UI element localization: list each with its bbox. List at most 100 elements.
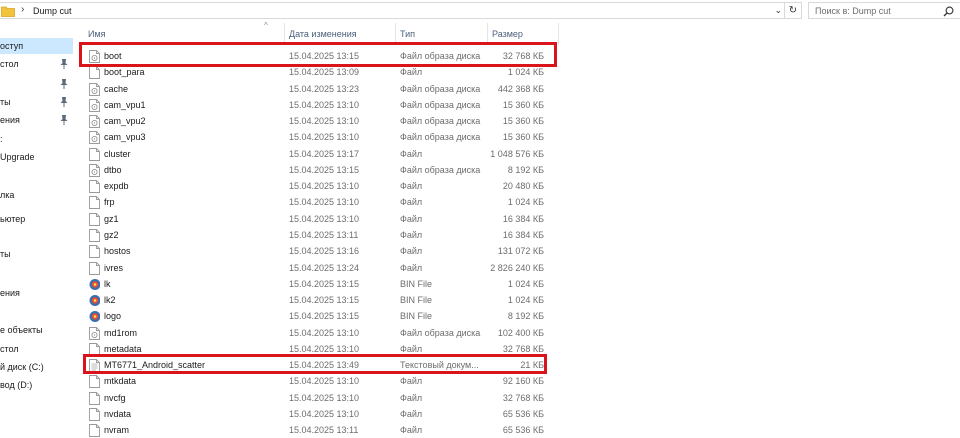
chevron-down-icon[interactable]: ⌄ xyxy=(774,5,782,16)
file-row[interactable]: hostos 15.04.2025 13:16 Файл 131 072 КБ xyxy=(84,243,559,259)
file-size: 15 360 КБ xyxy=(502,100,544,110)
file-row[interactable]: metadata 15.04.2025 13:10 Файл 32 768 КБ xyxy=(84,341,559,357)
file-size: 8 192 КБ xyxy=(507,165,544,175)
file-size: 131 072 КБ xyxy=(497,246,544,256)
file-date: 15.04.2025 13:24 xyxy=(289,263,360,273)
nav-item[interactable]: стол xyxy=(0,56,68,72)
file-type: Текстовый докум... xyxy=(400,360,479,370)
file-type: Файл xyxy=(400,425,423,435)
pin-icon xyxy=(60,115,68,125)
file-type: Файл образа диска xyxy=(400,51,481,61)
disk-image-file-icon xyxy=(89,327,100,340)
file-date: 15.04.2025 13:11 xyxy=(289,230,359,240)
file-row[interactable]: nvram 15.04.2025 13:11 Файл 65 536 КБ xyxy=(84,422,559,438)
nav-item-label: лка xyxy=(0,190,15,200)
file-row[interactable]: lk 15.04.2025 13:15 BIN File 1 024 КБ xyxy=(84,276,559,292)
generic-file-icon xyxy=(89,408,100,421)
file-row[interactable]: boot 15.04.2025 13:15 Файл образа диска 32 … xyxy=(84,48,559,64)
column-header-name[interactable]: Имя xyxy=(84,23,285,45)
file-row[interactable]: cam_vpu3 15.04.2025 13:10 Файл образа диск… xyxy=(84,129,559,145)
file-row[interactable]: boot_para 15.04.2025 13:09 Файл 1 024 КБ xyxy=(84,64,559,80)
file-row[interactable]: mtkdata 15.04.2025 13:10 Файл 92 160 КБ xyxy=(84,373,559,389)
file-name: cam_vpu2 xyxy=(104,116,146,126)
file-row[interactable]: cam_vpu1 15.04.2025 13:10 Файл образа диск… xyxy=(84,97,559,113)
nav-item[interactable]: вод (D:) xyxy=(0,377,32,393)
file-row[interactable]: frp 15.04.2025 13:10 Файл 1 024 КБ xyxy=(84,194,559,210)
pin-icon xyxy=(60,59,68,69)
file-row[interactable]: MT6771_Android_scatter 15.04.2025 13:49 Те… xyxy=(84,357,559,373)
nav-item[interactable]: стол xyxy=(0,341,19,357)
file-date: 15.04.2025 13:10 xyxy=(289,100,360,110)
search-input[interactable]: Поиск в: Dump cut xyxy=(808,2,960,19)
file-row[interactable]: cache 15.04.2025 13:23 Файл образа диска 44… xyxy=(84,81,559,97)
file-size: 20 480 КБ xyxy=(502,181,544,191)
file-name: boot xyxy=(104,51,122,61)
disk-image-file-icon xyxy=(89,99,100,112)
file-date: 15.04.2025 13:09 xyxy=(289,67,360,77)
file-name: ivres xyxy=(104,263,124,273)
file-date: 15.04.2025 13:11 xyxy=(289,425,359,435)
file-name: boot_para xyxy=(104,67,145,77)
bin-file-icon xyxy=(89,279,100,290)
file-row[interactable]: dtbo 15.04.2025 13:15 Файл образа диска 8 1… xyxy=(84,162,559,178)
nav-item[interactable]: ьютер xyxy=(0,211,25,227)
file-row[interactable]: lk2 15.04.2025 13:15 BIN File 1 024 КБ xyxy=(84,292,559,308)
folder-icon xyxy=(1,6,15,17)
file-row[interactable]: logo 15.04.2025 13:15 BIN File 8 192 КБ xyxy=(84,308,559,324)
file-name: gz2 xyxy=(104,230,119,240)
file-row[interactable]: md1rom 15.04.2025 13:10 Файл образа диска 1… xyxy=(84,325,559,341)
file-row[interactable]: gz2 15.04.2025 13:11 Файл 16 384 КБ xyxy=(84,227,559,243)
column-header: ^ Имя Дата изменения Тип Размер xyxy=(84,22,559,45)
file-size: 1 024 КБ xyxy=(507,295,544,305)
file-type: Файл xyxy=(400,246,423,256)
nav-item-label: ты xyxy=(0,249,11,259)
file-size: 1 048 576 КБ xyxy=(490,149,544,159)
column-header-date[interactable]: Дата изменения xyxy=(285,23,396,45)
text-document-icon xyxy=(89,359,100,372)
file-name: lk2 xyxy=(104,295,116,305)
file-row[interactable]: cluster 15.04.2025 13:17 Файл 1 048 576 КБ xyxy=(84,146,559,162)
nav-item[interactable]: : xyxy=(0,131,3,147)
file-row[interactable]: nvcfg 15.04.2025 13:10 Файл 32 768 КБ xyxy=(84,390,559,406)
file-date: 15.04.2025 13:17 xyxy=(289,149,360,159)
disk-image-file-icon xyxy=(89,131,100,144)
refresh-button[interactable]: ↻ xyxy=(785,2,802,19)
file-type: BIN File xyxy=(400,295,433,305)
file-date: 15.04.2025 13:16 xyxy=(289,246,360,256)
nav-item-label: : xyxy=(0,134,3,144)
column-header-type[interactable]: Тип xyxy=(396,23,488,45)
nav-item[interactable]: е объекты xyxy=(0,322,43,338)
file-size: 1 024 КБ xyxy=(507,279,544,289)
column-header-size[interactable]: Размер xyxy=(488,23,559,45)
nav-item[interactable]: ения xyxy=(0,285,20,301)
nav-item[interactable]: й диск (C:) xyxy=(0,359,44,375)
file-type: Файл образа диска xyxy=(400,165,481,175)
nav-item[interactable]: ты xyxy=(0,94,68,110)
generic-file-icon xyxy=(89,229,100,242)
nav-item[interactable]: Upgrade xyxy=(0,149,35,165)
file-name: cluster xyxy=(104,149,131,159)
file-name: md1rom xyxy=(104,328,138,338)
file-name: nvcfg xyxy=(104,393,126,403)
file-name: cam_vpu3 xyxy=(104,132,146,142)
file-type: BIN File xyxy=(400,311,433,321)
address-bar[interactable]: › Dump cut ⌄ xyxy=(0,2,785,19)
file-row[interactable]: cam_vpu2 15.04.2025 13:10 Файл образа диск… xyxy=(84,113,559,129)
nav-item[interactable]: ения xyxy=(0,112,68,128)
file-row[interactable]: expdb 15.04.2025 13:10 Файл 20 480 КБ xyxy=(84,178,559,194)
nav-item[interactable]: лка xyxy=(0,187,14,203)
nav-item[interactable]: оступ xyxy=(0,38,73,54)
nav-item[interactable]: ты xyxy=(0,246,11,262)
file-size: 65 536 КБ xyxy=(502,409,544,419)
file-date: 15.04.2025 13:15 xyxy=(289,311,360,321)
file-row[interactable]: gz1 15.04.2025 13:10 Файл 16 384 КБ xyxy=(84,211,559,227)
disk-image-file-icon xyxy=(89,115,100,128)
file-size: 16 384 КБ xyxy=(502,230,544,240)
file-size: 92 160 КБ xyxy=(502,376,544,386)
file-type: BIN File xyxy=(400,279,433,289)
breadcrumb-current-folder[interactable]: Dump cut xyxy=(33,6,72,16)
file-row[interactable]: ivres 15.04.2025 13:24 Файл 2 826 240 КБ xyxy=(84,260,559,276)
file-name: frp xyxy=(104,197,115,207)
file-row[interactable]: nvdata 15.04.2025 13:10 Файл 65 536 КБ xyxy=(84,406,559,422)
pin-icon xyxy=(60,97,68,107)
